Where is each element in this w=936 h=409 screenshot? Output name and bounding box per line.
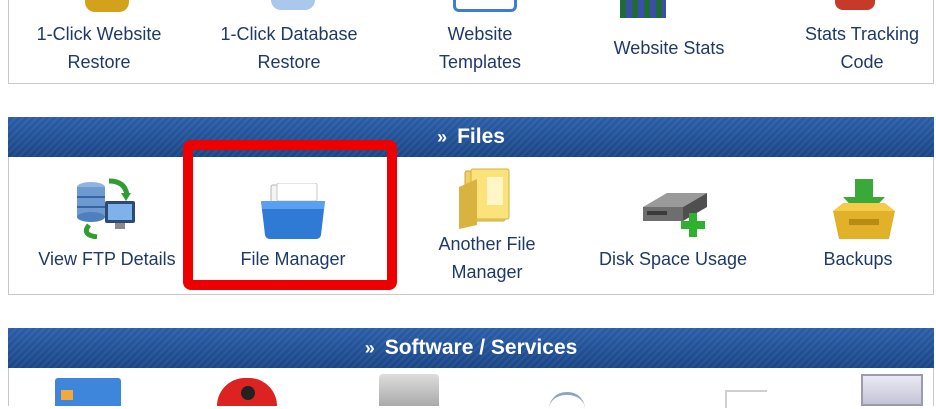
- one-click-database-restore-link[interactable]: 1-Click Database Restore: [199, 20, 379, 76]
- raquo-icon: »: [364, 337, 375, 358]
- item-label-line1: Website Stats: [613, 38, 725, 58]
- another-file-manager-link[interactable]: Another File Manager: [397, 230, 577, 286]
- item-label-line2: Code: [840, 52, 884, 72]
- item-label-line1: Stats Tracking: [804, 24, 920, 44]
- files-panel: View FTP Details File Manager Another Fi…: [8, 157, 934, 295]
- star-outline-icon[interactable]: [725, 390, 767, 408]
- item-label-line1: Another File: [438, 234, 536, 254]
- website-templates-icon[interactable]: [453, 0, 517, 12]
- file-manager-folder-icon[interactable]: [257, 182, 329, 239]
- website-templates-link[interactable]: Website Templates: [395, 20, 565, 76]
- hard-drive-icon[interactable]: [637, 187, 713, 245]
- section-title: Files: [457, 125, 505, 148]
- mysql-dolphin-icon[interactable]: [549, 392, 585, 409]
- red-badge-icon[interactable]: [217, 378, 277, 406]
- disk-space-usage-link[interactable]: Disk Space Usage: [573, 245, 773, 273]
- item-label-line1: Disk Space Usage: [598, 249, 748, 269]
- backup-tray-icon[interactable]: [829, 177, 899, 243]
- item-label-line1: Backups: [823, 249, 893, 269]
- website-tools-panel: 1-Click Website Restore 1-Click Database…: [8, 0, 934, 84]
- stats-tracking-code-link[interactable]: Stats Tracking Code: [777, 20, 936, 76]
- database-stack-icon[interactable]: [379, 374, 439, 406]
- item-label-line2: Templates: [438, 52, 522, 72]
- database-restore-icon[interactable]: [271, 0, 315, 10]
- backups-link[interactable]: Backups: [783, 245, 933, 273]
- files-section-header: » Files: [8, 117, 934, 157]
- item-label-line2: Restore: [67, 52, 131, 72]
- web-app-window-icon[interactable]: [55, 378, 121, 406]
- folder-icon[interactable]: [457, 167, 519, 229]
- item-label-line1: 1-Click Database: [220, 24, 358, 44]
- file-manager-link[interactable]: File Manager: [205, 245, 381, 273]
- item-label-line1: 1-Click Website: [36, 24, 162, 44]
- item-label-line1: File Manager: [240, 249, 346, 269]
- website-stats-icon[interactable]: [620, 0, 666, 18]
- cube-icon[interactable]: [861, 374, 923, 406]
- ftp-server-icon[interactable]: [71, 175, 143, 240]
- section-title: Software / Services: [384, 336, 578, 359]
- software-services-panel: [8, 368, 934, 409]
- website-stats-link[interactable]: Website Stats: [581, 34, 757, 62]
- item-label-line1: Website: [447, 24, 513, 44]
- one-click-website-restore-link[interactable]: 1-Click Website Restore: [9, 20, 189, 76]
- item-label-line2: Manager: [451, 262, 523, 282]
- raquo-icon: »: [437, 126, 448, 147]
- item-label-line1: View FTP Details: [38, 249, 176, 269]
- view-ftp-details-link[interactable]: View FTP Details: [9, 245, 205, 273]
- website-restore-icon[interactable]: [85, 0, 129, 12]
- item-label-line2: Restore: [257, 52, 321, 72]
- stats-tracking-code-icon[interactable]: [835, 0, 875, 10]
- software-services-section-header: » Software / Services: [8, 328, 934, 368]
